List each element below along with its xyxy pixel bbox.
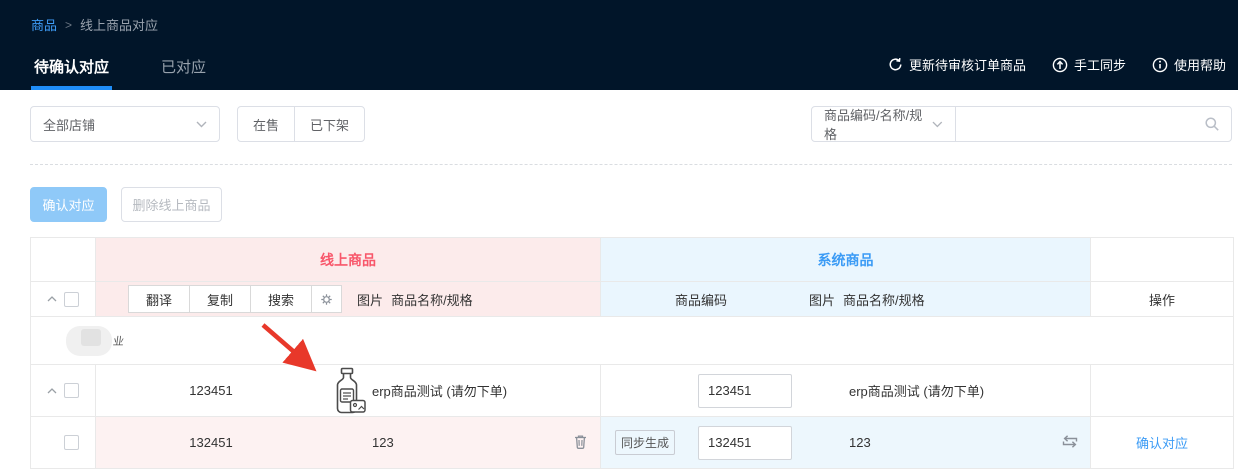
chevron-down-icon xyxy=(196,121,207,128)
online-product-code: 132451 xyxy=(96,435,326,450)
toolbar: 确认对应 删除线上商品 xyxy=(30,187,1238,222)
dashed-divider xyxy=(30,164,1232,165)
online-tool-buttons: 翻译 复制 搜索 xyxy=(128,285,342,313)
header-actions: 更新待审核订单商品 手工同步 使用帮助 xyxy=(888,55,1226,74)
breadcrumb-current: 线上商品对应 xyxy=(80,15,158,34)
online-product-name: 123 xyxy=(370,435,600,450)
online-product-code: 123451 xyxy=(96,383,326,398)
search-input[interactable] xyxy=(956,107,1204,141)
masked-store-name-glyph: 业 xyxy=(112,333,125,349)
info-icon xyxy=(1152,57,1168,73)
row-collapse-caret-up-icon[interactable] xyxy=(47,388,57,394)
search-box xyxy=(955,106,1232,142)
bottle-product-image xyxy=(328,367,368,415)
system-image-column-label: 图片 xyxy=(809,290,835,309)
refresh-pending-orders-button[interactable]: 更新待审核订单商品 xyxy=(888,55,1026,74)
refresh-pending-orders-label: 更新待审核订单商品 xyxy=(909,55,1026,74)
row-checkbox[interactable] xyxy=(64,383,79,398)
tab-matched[interactable]: 已对应 xyxy=(158,56,209,90)
subheader-select-cell xyxy=(31,282,96,316)
app-header: 商品 > 线上商品对应 待确认对应 已对应 更新待审核订单商品 手工同步 xyxy=(0,0,1238,90)
breadcrumb-root[interactable]: 商品 xyxy=(31,15,57,34)
system-code-input[interactable] xyxy=(698,426,792,460)
copy-button[interactable]: 复制 xyxy=(189,285,251,313)
swap-match-button[interactable] xyxy=(1060,434,1080,452)
listing-status-button-group: 在售 已下架 xyxy=(237,106,365,142)
system-code-input[interactable] xyxy=(698,374,792,408)
breadcrumb-separator: > xyxy=(65,18,72,32)
masked-store-name xyxy=(66,326,112,356)
swap-arrows-icon xyxy=(1060,434,1080,449)
table-row: 123451 erp商品测试 (请勿下单) xyxy=(31,365,1233,417)
row-checkbox[interactable] xyxy=(64,435,79,450)
system-product-name: erp商品测试 (请勿下单) xyxy=(801,381,1090,400)
delete-row-button[interactable] xyxy=(573,433,588,452)
settings-gear-button[interactable] xyxy=(311,285,342,313)
delete-online-product-button[interactable]: 删除线上商品 xyxy=(121,187,222,222)
manual-sync-label: 手工同步 xyxy=(1074,55,1126,74)
search-type-select[interactable]: 商品编码/名称/规格 xyxy=(811,106,956,142)
group-header-action-cell xyxy=(1091,238,1233,281)
subheader-system-cell: 商品编码 图片 商品名称/规格 xyxy=(601,282,1091,316)
subheader-online-cell: 翻译 复制 搜索 图片 商品名称/规格 xyxy=(96,282,601,316)
online-image-column-label: 图片 xyxy=(357,290,383,309)
shop-select-value: 全部店铺 xyxy=(43,115,95,134)
chevron-down-icon xyxy=(932,121,943,128)
trash-icon xyxy=(573,433,588,449)
translate-button[interactable]: 翻译 xyxy=(128,285,190,313)
confirm-match-link[interactable]: 确认对应 xyxy=(1136,433,1188,452)
gear-icon xyxy=(319,292,334,307)
system-code-column-label: 商品编码 xyxy=(601,290,801,309)
store-group-row[interactable]: 业 xyxy=(31,317,1233,365)
online-product-image[interactable] xyxy=(326,367,370,415)
search-type-select-value: 商品编码/名称/规格 xyxy=(824,105,932,143)
system-product-name: 123 xyxy=(801,435,1090,450)
system-name-spec-column-label: 商品名称/规格 xyxy=(843,290,925,309)
group-header-online: 线上商品 xyxy=(96,238,601,281)
table-subheader-row: 翻译 复制 搜索 图片 商品名称/规格 xyxy=(31,282,1233,317)
delisted-button[interactable]: 已下架 xyxy=(294,106,365,142)
sync-generated-tag: 同步生成 xyxy=(615,430,675,455)
help-button[interactable]: 使用帮助 xyxy=(1152,55,1226,74)
upload-sync-icon xyxy=(1052,57,1068,73)
row-action-cell xyxy=(1091,365,1233,416)
group-header-select-cell xyxy=(31,238,96,281)
online-name-spec-column-label: 商品名称/规格 xyxy=(391,290,473,309)
tab-bar: 待确认对应 已对应 xyxy=(31,56,209,90)
tab-pending-match[interactable]: 待确认对应 xyxy=(31,56,112,90)
action-column-label: 操作 xyxy=(1091,282,1233,316)
collapse-all-caret-up-icon[interactable] xyxy=(47,296,57,302)
select-all-checkbox[interactable] xyxy=(64,292,79,307)
table-group-header-row: 线上商品 系统商品 xyxy=(31,238,1233,282)
filter-bar: 全部店铺 在售 已下架 商品编码/名称/规格 xyxy=(0,106,1238,142)
manual-sync-button[interactable]: 手工同步 xyxy=(1052,55,1126,74)
search-icon[interactable] xyxy=(1204,116,1220,132)
group-header-system: 系统商品 xyxy=(601,238,1091,281)
confirm-match-button[interactable]: 确认对应 xyxy=(30,187,107,222)
on-sale-button[interactable]: 在售 xyxy=(237,106,295,142)
refresh-icon xyxy=(888,57,903,72)
table-row: 132451 123 同步生成 123 xyxy=(31,417,1233,469)
product-match-table: 线上商品 系统商品 翻译 复制 搜索 xyxy=(30,237,1234,469)
shop-select[interactable]: 全部店铺 xyxy=(30,106,220,142)
breadcrumb: 商品 > 线上商品对应 xyxy=(0,0,1238,34)
online-product-name: erp商品测试 (请勿下单) xyxy=(370,381,600,400)
help-label: 使用帮助 xyxy=(1174,55,1226,74)
search-tool-button[interactable]: 搜索 xyxy=(250,285,312,313)
